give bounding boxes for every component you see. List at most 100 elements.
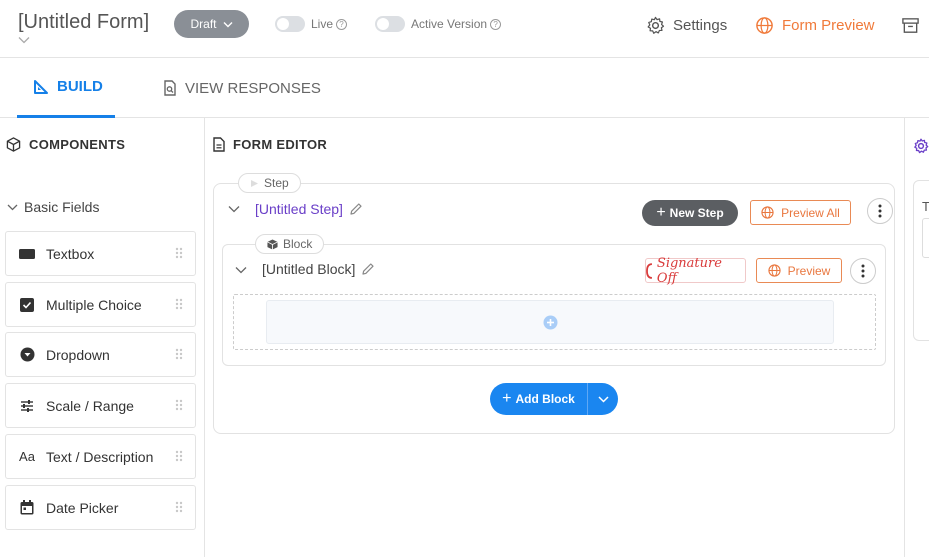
- drag-handle-icon[interactable]: [175, 247, 183, 259]
- active-version-label-group: Active Version ?: [411, 17, 502, 31]
- document-search-icon: [164, 80, 176, 96]
- step-title-label: [Untitled Step]: [255, 201, 343, 217]
- step-tag-label: Step: [264, 176, 289, 190]
- preview-all-button[interactable]: Preview All: [750, 200, 851, 225]
- drag-handle-icon[interactable]: [175, 450, 183, 462]
- component-dropdown[interactable]: Dropdown: [5, 332, 196, 377]
- tab-view-responses-label: VIEW RESPONSES: [185, 79, 321, 97]
- block-tag: Block: [255, 234, 325, 254]
- cube-icon: [267, 238, 278, 250]
- pencil-icon[interactable]: [361, 262, 375, 276]
- globe-icon: [756, 17, 773, 34]
- plus-icon: +: [656, 204, 666, 221]
- add-block-label: Add Block: [515, 392, 575, 406]
- plus-icon: +: [502, 390, 512, 407]
- chevron-down-icon[interactable]: [235, 266, 247, 274]
- gear-icon: [914, 138, 929, 154]
- chevron-down-icon: [597, 395, 609, 403]
- sliders-icon: [19, 398, 35, 414]
- tab-build[interactable]: BUILD: [17, 58, 115, 118]
- form-preview-label: Form Preview: [782, 17, 875, 34]
- active-version-toggle[interactable]: [375, 16, 405, 32]
- block-title[interactable]: [Untitled Block]: [262, 261, 375, 277]
- component-textbox[interactable]: Textbox: [5, 231, 196, 276]
- signature-toggle-button[interactable]: Signature Off: [645, 256, 746, 286]
- live-label: Live: [311, 17, 334, 31]
- block-drop-zone[interactable]: [233, 294, 876, 350]
- checkbox-icon: [19, 297, 35, 313]
- cube-icon: [6, 137, 21, 152]
- preview-all-label: Preview All: [781, 205, 840, 220]
- top-bar: [Untitled Form] Draft Live ? Active Vers…: [0, 0, 929, 58]
- add-circle-icon[interactable]: [543, 315, 558, 330]
- step-more-button[interactable]: [867, 198, 893, 224]
- component-label: Multiple Choice: [46, 296, 142, 313]
- step-flag-icon: [251, 179, 258, 187]
- pencil-icon[interactable]: [349, 202, 363, 216]
- drag-handle-icon[interactable]: [175, 399, 183, 411]
- component-label: Text / Description: [46, 448, 154, 465]
- drag-handle-icon[interactable]: [175, 348, 183, 360]
- block-tag-label: Block: [283, 237, 313, 251]
- dropdown-circle-icon: [19, 347, 35, 363]
- component-text-description[interactable]: Aa Text / Description: [5, 434, 196, 479]
- add-field-area[interactable]: [266, 300, 834, 344]
- properties-field-label: T: [922, 199, 929, 214]
- calendar-icon: [19, 500, 35, 516]
- chevron-down-icon[interactable]: [18, 36, 30, 44]
- signature-bracket-icon: [646, 262, 653, 279]
- settings-button[interactable]: Settings: [646, 16, 727, 35]
- chevron-down-icon[interactable]: [228, 205, 240, 213]
- block-title-label: [Untitled Block]: [262, 261, 356, 277]
- active-version-label: Active Version: [411, 17, 488, 31]
- textbox-icon: [19, 246, 35, 262]
- text-aa-icon: Aa: [19, 449, 35, 464]
- component-label: Dropdown: [46, 346, 110, 363]
- form-preview-button[interactable]: Form Preview: [755, 16, 875, 35]
- basic-fields-group-toggle[interactable]: Basic Fields: [7, 199, 99, 215]
- chevron-down-icon: [7, 204, 18, 210]
- form-title[interactable]: [Untitled Form]: [18, 11, 149, 34]
- tab-view-responses[interactable]: VIEW RESPONSES: [163, 58, 321, 118]
- block-more-button[interactable]: [850, 258, 876, 284]
- new-step-button[interactable]: + New Step: [642, 200, 738, 226]
- help-icon[interactable]: ?: [336, 18, 348, 30]
- components-title: COMPONENTS: [29, 137, 126, 152]
- preview-label: Preview: [787, 263, 831, 278]
- tab-bar: BUILD VIEW RESPONSES: [0, 58, 929, 118]
- step-card: Step [Untitled Step] + New Step Preview …: [213, 173, 895, 434]
- drag-handle-icon[interactable]: [175, 501, 183, 513]
- properties-card: T: [913, 180, 929, 341]
- help-icon[interactable]: ?: [490, 18, 502, 30]
- block-preview-button[interactable]: Preview: [756, 258, 842, 283]
- component-scale-range[interactable]: Scale / Range: [5, 383, 196, 428]
- settings-label: Settings: [673, 17, 728, 34]
- properties-input[interactable]: [922, 218, 929, 258]
- globe-icon: [761, 206, 774, 219]
- status-dropdown-label: Draft: [190, 17, 217, 31]
- add-block-button-group: + Add Block: [490, 383, 618, 415]
- add-block-options-button[interactable]: [588, 383, 618, 415]
- globe-icon: [768, 264, 781, 277]
- chevron-down-icon: [223, 21, 232, 27]
- live-toggle[interactable]: [275, 16, 305, 32]
- tab-build-label: BUILD: [57, 78, 103, 95]
- add-block-button[interactable]: + Add Block: [490, 383, 588, 415]
- components-header: COMPONENTS: [6, 137, 125, 152]
- archive-button[interactable]: [901, 16, 920, 35]
- properties-panel: T: [904, 118, 929, 557]
- status-dropdown[interactable]: Draft: [174, 10, 249, 38]
- more-vertical-icon: [861, 264, 865, 278]
- new-step-label: New Step: [669, 206, 724, 220]
- more-vertical-icon: [878, 204, 882, 218]
- basic-fields-label: Basic Fields: [24, 199, 100, 215]
- ruler-triangle-icon: [34, 79, 48, 94]
- step-title[interactable]: [Untitled Step]: [255, 201, 363, 217]
- component-date-picker[interactable]: Date Picker: [5, 485, 196, 530]
- document-icon: [213, 137, 225, 152]
- form-editor-title: FORM EDITOR: [233, 137, 328, 152]
- form-editor-header: FORM EDITOR: [213, 137, 327, 152]
- step-tag: Step: [238, 173, 301, 193]
- drag-handle-icon[interactable]: [175, 298, 183, 310]
- component-multiple-choice[interactable]: Multiple Choice: [5, 282, 196, 327]
